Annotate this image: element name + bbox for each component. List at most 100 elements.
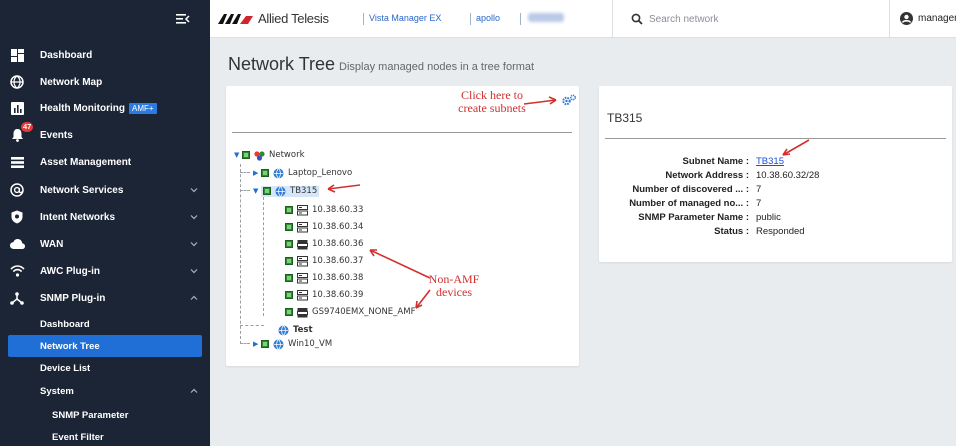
user-name: manager <box>918 13 956 24</box>
detail-key: Subnet Name : <box>682 156 749 167</box>
sidebar-sub-event-filter[interactable]: Event Filter <box>0 426 210 446</box>
sidebar-item-intent-networks[interactable]: Intent Networks <box>0 205 210 229</box>
toggle-expanded-icon[interactable]: ▼ <box>253 187 261 195</box>
annotation-arrow <box>782 139 810 156</box>
sidebar-sub-dashboard[interactable]: Dashboard <box>0 313 210 335</box>
sidebar-item-label: AWC Plug-in <box>40 265 100 277</box>
chevron-up-icon <box>190 295 198 300</box>
sidebar-item-network-map[interactable]: Network Map <box>0 70 210 94</box>
cloud-icon <box>9 236 25 252</box>
tree-line <box>240 343 250 344</box>
tree-line <box>240 190 250 191</box>
tree-node-test[interactable]: Test <box>278 323 313 337</box>
toggle-expanded-icon[interactable]: ▼ <box>234 151 242 159</box>
search-input[interactable] <box>649 11 849 27</box>
sidebar-item-label: WAN <box>40 238 64 250</box>
sidebar-item-asset-management[interactable]: Asset Management <box>0 150 210 174</box>
page-title: Network Tree Display managed nodes in a t… <box>228 54 534 75</box>
sidebar-sub-label: Network Tree <box>40 340 100 352</box>
network-group-icon <box>254 150 265 161</box>
sidebar-item-dashboard[interactable]: Dashboard <box>0 43 210 67</box>
tree-device-row[interactable]: 10.38.60.33 <box>285 203 363 217</box>
create-subnet-gear-icon[interactable] <box>562 94 576 106</box>
amf-plus-badge: AMF+ <box>129 102 157 114</box>
search-box[interactable] <box>612 0 889 38</box>
annotation-arrow <box>327 184 361 193</box>
subnet-globe-icon <box>275 185 286 197</box>
sidebar-sub-snmp-parameter[interactable]: SNMP Parameter <box>0 404 210 426</box>
server-name[interactable]: apollo <box>476 13 500 23</box>
user-menu[interactable]: manager <box>889 0 956 38</box>
subnet-globe-icon <box>273 338 284 350</box>
header-separator <box>470 13 471 25</box>
sidebar-item-events[interactable]: 47 Events <box>0 122 210 147</box>
subnet-globe-icon <box>278 324 289 336</box>
tree-node-win10-vm[interactable]: ▶ Win10_VM <box>253 337 332 351</box>
sidebar-sub-label: Dashboard <box>40 318 90 330</box>
sidebar-item-health-monitoring[interactable]: Health Monitoring AMF+ <box>0 96 210 120</box>
subnet-details-panel: TB315 Subnet Name : TB315 Network Addres… <box>599 86 952 262</box>
search-icon <box>631 13 643 25</box>
sidebar-sub-network-tree[interactable]: Network Tree <box>8 335 202 357</box>
tree-device-row[interactable]: 10.38.60.37 <box>285 254 363 268</box>
status-ok-icon <box>285 223 293 231</box>
sidebar-sub-system[interactable]: System <box>0 380 210 402</box>
tree-node-label: Laptop_Lenovo <box>288 168 353 178</box>
switch-device-icon <box>297 307 308 317</box>
globe-icon <box>9 74 25 90</box>
sidebar-item-snmp-plug-in[interactable]: SNMP Plug-in <box>0 286 210 310</box>
page-title-text: Network Tree <box>228 54 336 74</box>
toggle-collapsed-icon[interactable]: ▶ <box>253 169 261 177</box>
switch-device-icon <box>297 239 308 249</box>
sidebar-item-network-services[interactable]: Network Services <box>0 178 210 202</box>
subnet-globe-icon <box>273 167 284 179</box>
sidebar-item-awc-plug-in[interactable]: AWC Plug-in <box>0 259 210 283</box>
sidebar-item-wan[interactable]: WAN <box>0 232 210 256</box>
chevron-down-icon <box>190 269 198 274</box>
sidebar-sub-label: Device List <box>40 362 91 374</box>
tree-node-laptop-lenovo[interactable]: ▶ Laptop_Lenovo <box>253 166 352 180</box>
sidebar: Dashboard Network Map Health Monitoring A… <box>0 0 210 446</box>
tree-node-label: 10.38.60.33 <box>312 205 364 215</box>
sidebar-sub-label: System <box>40 385 74 397</box>
details-title: TB315 <box>607 111 643 125</box>
detail-value: 7 <box>756 198 762 209</box>
server-device-icon <box>297 255 308 266</box>
sidebar-top <box>0 0 210 38</box>
chevron-up-icon <box>190 388 198 393</box>
tree-line <box>263 192 264 316</box>
status-ok-icon <box>261 340 269 348</box>
top-header: Allied Telesis Vista Manager EX apollo m… <box>210 0 956 38</box>
tree-line <box>240 172 250 173</box>
tree-device-row[interactable]: 10.38.60.38 <box>285 271 363 285</box>
detail-key: SNMP Parameter Name : <box>638 212 749 223</box>
tree-node-tb315[interactable]: ▼ TB315 <box>253 184 320 198</box>
toggle-collapsed-icon[interactable]: ▶ <box>253 340 261 348</box>
header-separator <box>520 13 521 25</box>
detail-key: Status : <box>714 226 749 237</box>
panel-divider <box>232 132 572 133</box>
detail-value: 7 <box>756 184 762 195</box>
tree-line <box>240 325 264 326</box>
tree-node-network[interactable]: ▼ Network <box>234 148 305 162</box>
tree-node-label: 10.38.60.36 <box>312 239 364 249</box>
product-name[interactable]: Vista Manager EX <box>369 13 441 23</box>
chevron-down-icon <box>190 215 198 220</box>
detail-key: Network Address : <box>665 170 749 181</box>
network-tree-panel: Click here to create subnets ▼ Network ▶… <box>226 86 579 366</box>
annotation-arrows <box>369 249 431 309</box>
collapse-menu-icon[interactable] <box>176 13 190 25</box>
tree-node-label: 10.38.60.34 <box>312 222 364 232</box>
status-ok-icon <box>285 308 293 316</box>
events-notification-badge: 47 <box>21 122 34 132</box>
detail-value: Responded <box>756 226 805 237</box>
sidebar-sub-device-list[interactable]: Device List <box>0 357 210 379</box>
status-ok-icon <box>285 240 293 248</box>
sidebar-item-label: Asset Management <box>40 156 132 168</box>
list-icon <box>9 154 25 170</box>
tree-device-row[interactable]: 10.38.60.39 <box>285 288 363 302</box>
tree-node-label: 10.38.60.37 <box>312 256 364 266</box>
tree-device-row[interactable]: 10.38.60.34 <box>285 220 363 234</box>
annotation-arrow <box>523 96 557 105</box>
tree-device-row[interactable]: 10.38.60.36 <box>285 237 363 251</box>
